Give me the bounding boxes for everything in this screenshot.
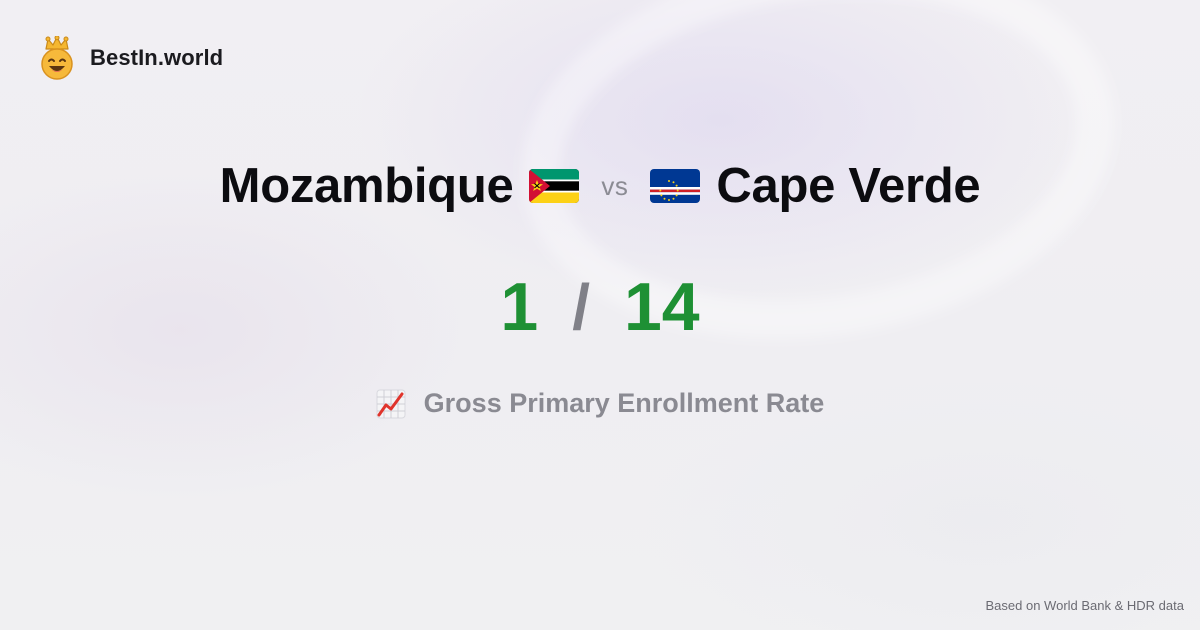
right-rank-value: 14 <box>623 269 700 345</box>
crown-smiley-icon <box>41 36 73 80</box>
metric: Gross Primary Enrollment Rate <box>0 388 1200 419</box>
metric-label: Gross Primary Enrollment Rate <box>423 388 825 418</box>
rank-divider: / <box>572 271 590 343</box>
left-rank-value: 1 <box>500 269 539 345</box>
right-country-name: Cape Verde <box>716 159 981 213</box>
mozambique-flag-icon <box>529 169 580 203</box>
brand[interactable]: BestIn.world <box>38 36 223 80</box>
vs-separator: vs <box>601 170 629 201</box>
left-country-name: Mozambique <box>219 159 514 213</box>
brand-name: BestIn.world <box>90 45 224 70</box>
cape-verde-flag-icon <box>650 169 701 203</box>
chart-increasing-icon <box>376 389 406 418</box>
rank-score: 1 / 14 <box>0 268 1200 346</box>
comparison-title: Mozambique vs Cape Verde <box>0 158 1200 214</box>
data-source-note: Based on World Bank & HDR data <box>985 598 1184 613</box>
